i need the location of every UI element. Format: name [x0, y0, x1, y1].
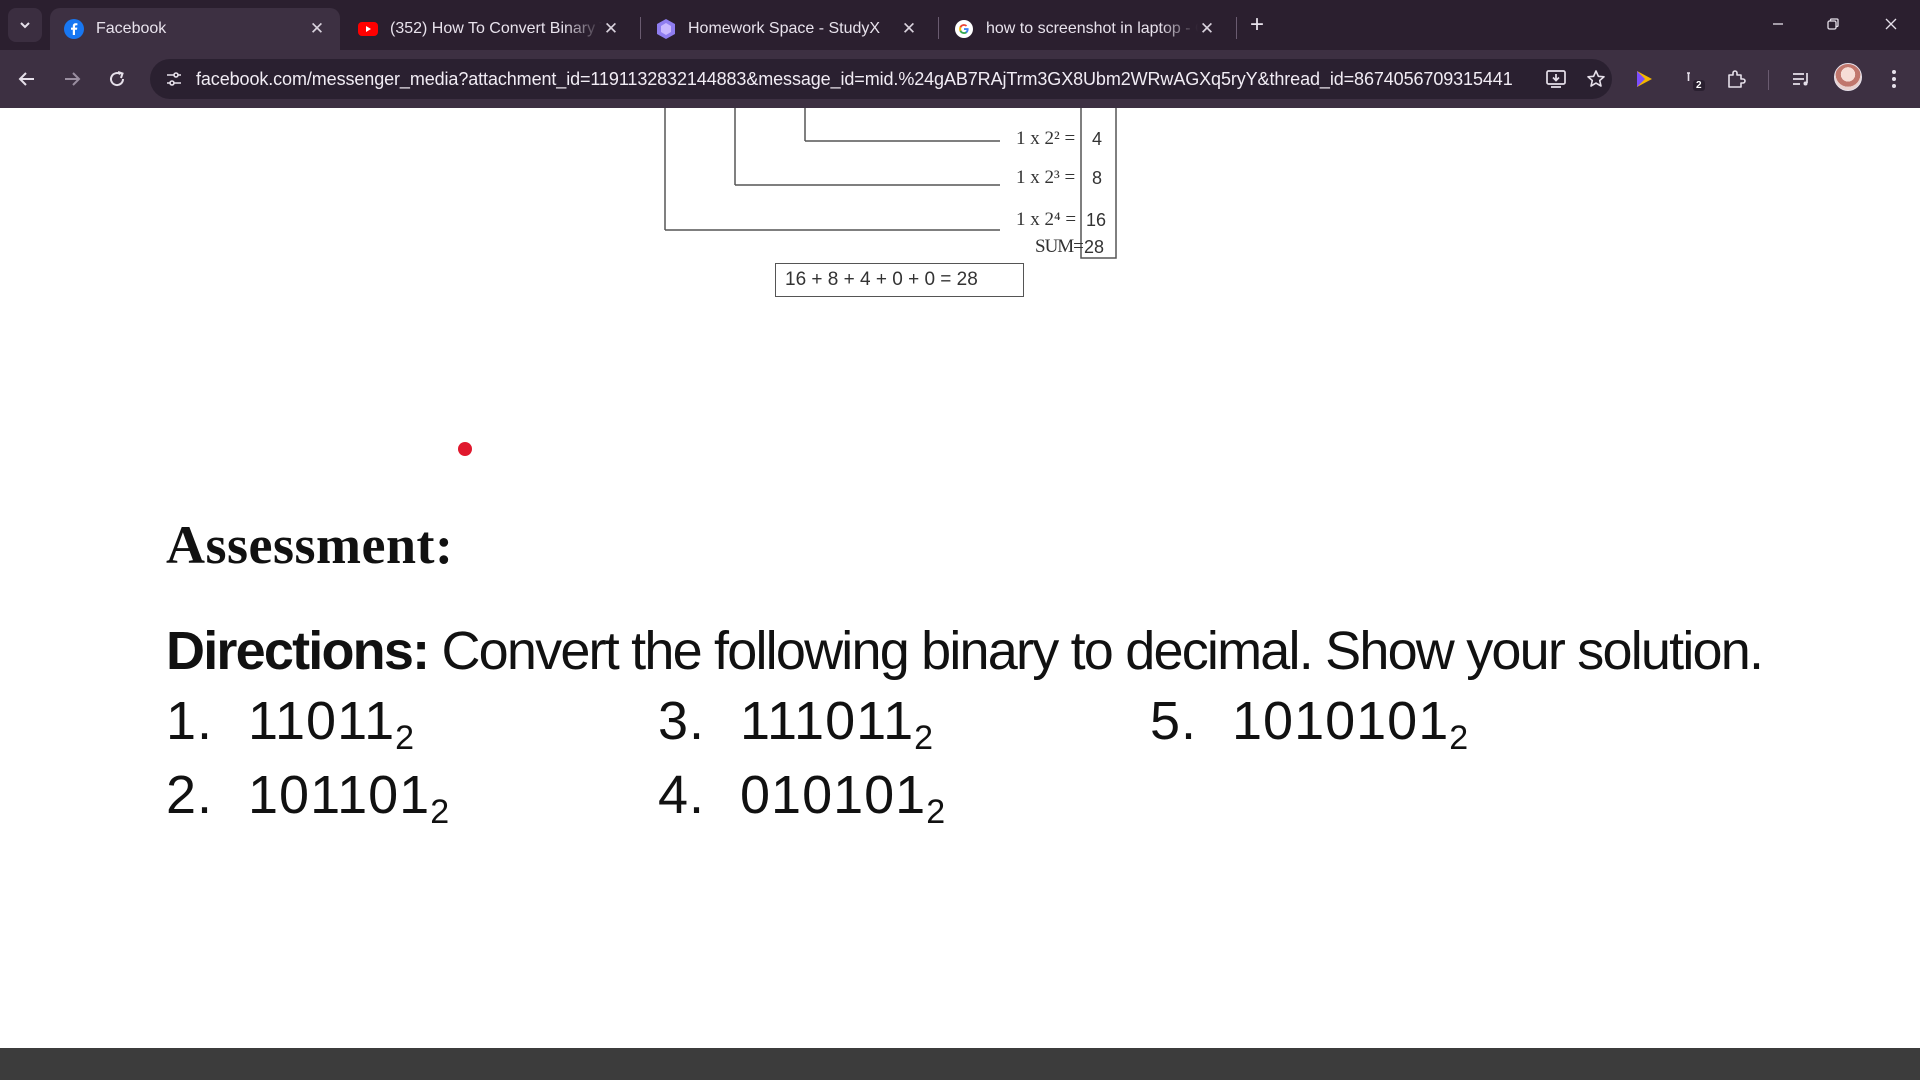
plus-icon: +: [1249, 11, 1264, 38]
arrow-left-icon: [18, 72, 34, 86]
binary-value: 101101: [248, 765, 431, 825]
minimize-button[interactable]: [1758, 8, 1798, 40]
tab-separator: [938, 17, 939, 39]
tab-close-icon[interactable]: ✕: [1198, 19, 1216, 39]
forward-button[interactable]: [54, 61, 90, 97]
bookmark-star-icon[interactable]: [1582, 65, 1610, 93]
profile-avatar[interactable]: [1834, 63, 1862, 91]
site-info-icon[interactable]: [160, 65, 188, 93]
problem-number: 4.: [658, 765, 706, 825]
reload-icon: [110, 71, 125, 87]
problem-item: 1. 110112: [166, 690, 415, 758]
assessment-heading: Assessment:: [166, 515, 454, 575]
problem-item: 4. 0101012: [658, 764, 946, 832]
tab-google[interactable]: how to screenshot in laptop - Google Sea…: [940, 8, 1230, 50]
problem-item: 3. 1110112: [658, 690, 934, 758]
youtube-icon: [358, 19, 378, 39]
diagram-expression: 1 x 2³ =: [1016, 167, 1076, 188]
tab-title: (352) How To Convert Binary To Decimal: [390, 20, 602, 37]
directions-text: Convert the following binary to decimal.…: [428, 621, 1764, 681]
close-window-button[interactable]: [1871, 8, 1911, 40]
sum-value: 28: [1084, 237, 1105, 257]
minimize-icon: [1773, 23, 1783, 25]
new-tab-button[interactable]: +: [1242, 10, 1272, 40]
chevron-down-icon: [20, 22, 30, 29]
menu-kebab-icon[interactable]: [1878, 63, 1910, 95]
cursor-dot: [458, 442, 472, 456]
base-subscript: 2: [914, 719, 935, 757]
diagram-value: 8: [1092, 168, 1103, 188]
base-subscript: 2: [395, 719, 416, 757]
problem-item: 2. 1011012: [166, 764, 450, 832]
diagram-expression: 1 x 2² =: [1016, 128, 1076, 149]
tab-separator: [640, 17, 641, 39]
extension-badge: 2: [1693, 80, 1705, 91]
problem-number: 1.: [166, 691, 214, 751]
install-app-icon[interactable]: [1542, 65, 1570, 93]
tab-studyx[interactable]: Homework Space - StudyX ✕: [642, 8, 932, 50]
problem-number: 3.: [658, 691, 706, 751]
address-bar[interactable]: facebook.com/messenger_media?attachment_…: [150, 59, 1612, 99]
tab-title: Facebook: [96, 20, 167, 37]
facebook-icon: [64, 19, 84, 39]
binary-conversion-diagram: 1 x 2² = 4 1 x 2³ = 8 1 x 2⁴ = 16 SUM= 2…: [0, 108, 1920, 308]
tab-title: how to screenshot in laptop - Google Sea…: [986, 20, 1198, 37]
problem-number: 5.: [1150, 691, 1198, 751]
toolbar-separator: [1768, 70, 1769, 90]
restore-button[interactable]: [1813, 8, 1853, 40]
binary-value: 010101: [740, 765, 927, 825]
back-button[interactable]: [9, 61, 45, 97]
close-icon: [1885, 18, 1897, 30]
extensions-puzzle-icon[interactable]: [1720, 63, 1752, 95]
diagram-expression: 1 x 2⁴ =: [1016, 209, 1077, 230]
base-subscript: 2: [926, 793, 947, 831]
bottom-bar: [0, 1048, 1920, 1080]
tab-search-button[interactable]: [8, 8, 42, 42]
reload-button[interactable]: [99, 61, 135, 97]
studyx-icon: [656, 19, 676, 39]
tab-close-icon[interactable]: ✕: [308, 19, 326, 39]
binary-value: 1010101: [1232, 691, 1450, 751]
problem-number: 2.: [166, 765, 214, 825]
diagram-value: 4: [1092, 129, 1103, 149]
browser-toolbar: facebook.com/messenger_media?attachment_…: [0, 50, 1920, 108]
google-icon: [954, 19, 974, 39]
problem-item: 5. 10101012: [1150, 690, 1469, 758]
sum-equation: 16 + 8 + 4 + 0 + 0 = 28: [775, 263, 1024, 297]
sum-label: SUM=: [1035, 236, 1084, 257]
tab-strip: Facebook ✕ (352) How To Convert Binary T…: [0, 0, 1920, 50]
tab-separator: [1236, 17, 1237, 39]
base-subscript: 2: [430, 793, 451, 831]
base-subscript: 2: [1449, 719, 1470, 757]
arrow-right-icon: [65, 72, 81, 86]
binary-value: 11011: [248, 691, 396, 751]
tab-title: Homework Space - StudyX: [688, 20, 881, 37]
tab-facebook[interactable]: Facebook ✕: [50, 8, 340, 50]
tab-close-icon[interactable]: ✕: [602, 19, 620, 39]
directions-label: Directions:: [166, 621, 430, 681]
media-control-icon[interactable]: [1785, 63, 1817, 95]
directions-line: Directions: Convert the following binary…: [166, 620, 1764, 682]
diagram-value: 16: [1086, 210, 1107, 230]
restore-icon: [1827, 18, 1839, 30]
play-extension-icon[interactable]: [1628, 63, 1660, 95]
media-viewer: 1 x 2² = 4 1 x 2³ = 8 1 x 2⁴ = 16 SUM= 2…: [0, 108, 1920, 1048]
tab-youtube[interactable]: (352) How To Convert Binary To Decimal ✕: [344, 8, 634, 50]
url-text[interactable]: facebook.com/messenger_media?attachment_…: [196, 69, 1513, 90]
extension-counter-icon[interactable]: 2: [1675, 63, 1707, 95]
binary-value: 111011: [740, 691, 915, 751]
tab-close-icon[interactable]: ✕: [900, 19, 918, 39]
